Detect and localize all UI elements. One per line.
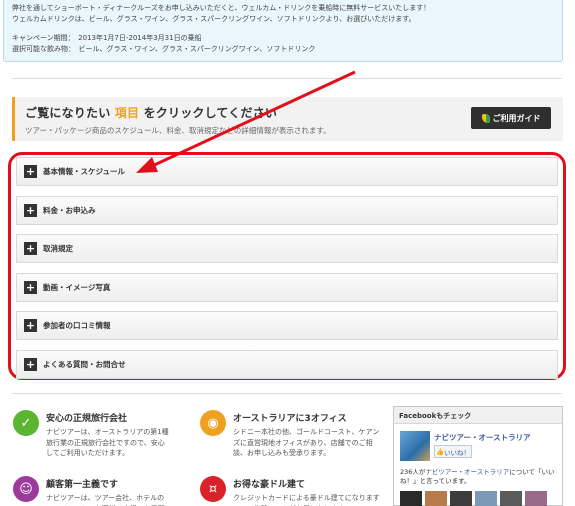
- plus-icon: +: [24, 357, 37, 371]
- feature-customer-first: ☺ 顧客第一主義です ナビツアーは、ツアー会社、ホテルのエージェント、お客様の立…: [13, 476, 188, 506]
- facebook-like-button[interactable]: 👍 いいね！: [434, 445, 472, 458]
- guide-banner: ご覧になりたい 項目 をクリックしてください ツアー・パッケージ商品のスケジュー…: [12, 97, 563, 141]
- divider: [12, 393, 562, 394]
- facebook-page-name[interactable]: ナビツアー・オーストラリア: [434, 432, 531, 443]
- facebook-widget-header: Facebookもチェック: [394, 407, 562, 424]
- facebook-fan-thumbnails: [400, 491, 547, 506]
- facebook-like-count: 236人がナビツアー・オーストラリアについて「いいね！」と言っています。: [400, 468, 555, 485]
- thumbs-up-icon: 👍: [435, 447, 445, 456]
- facebook-page-link[interactable]: ナビツアー・オーストラリア: [425, 468, 509, 476]
- globe-icon: ◉: [200, 410, 226, 436]
- beginner-mark-icon: [481, 113, 490, 123]
- fan-avatar[interactable]: [400, 491, 422, 506]
- accordion-item-reviews[interactable]: + 参加者の口コミ情報: [16, 311, 558, 340]
- notice-campaign-period: キャンペーン期間： 2013年1月7日-2014年3月31日の乗船: [12, 34, 202, 42]
- feature-aud-pricing: ¤ お得な豪ドル建て クレジットカードによる豪ドル建てになりますので、為替レート…: [200, 476, 380, 506]
- people-icon: ☺: [13, 476, 39, 502]
- fan-avatar[interactable]: [475, 491, 497, 506]
- fan-avatar[interactable]: [450, 491, 472, 506]
- feature-description: ナビツアーは、ツアー会社、ホテルのエージェント、お客様の立場でお手配します。: [46, 494, 165, 506]
- plus-icon: +: [24, 319, 37, 332]
- plus-icon: +: [24, 242, 37, 255]
- fan-avatar[interactable]: [525, 491, 547, 506]
- detail-accordion: + 基本情報・スケジュール + 料金・お申込み + 取消規定 + 動画・イメージ…: [8, 152, 566, 380]
- feature-description: クレジットカードによる豪ドル建てになりますので、為替レートがお得になります。: [233, 494, 380, 506]
- facebook-page-thumbnail[interactable]: [400, 431, 430, 461]
- notice-drinks: 選択可能な飲み物： ビール、グラス・ワイン、グラス・スパークリングワイン、ソフト…: [12, 44, 316, 53]
- feature-title: オーストラリアに3オフィス: [233, 414, 347, 424]
- plus-icon: +: [24, 203, 37, 217]
- feature-three-offices: ◉ オーストラリアに3オフィス シドニー本社の他、ゴールドコースト、ケアンズに直…: [200, 410, 380, 460]
- feature-title: 安心の正規旅行会社: [46, 414, 128, 424]
- fan-avatar[interactable]: [425, 491, 447, 506]
- feature-description: ナビツアーは、オーストラリアの第1種旅行業の正規旅行会社ですので、安心してご利用…: [46, 428, 169, 457]
- feature-description: シドニー本社の他、ゴールドコースト、ケアンズに直営現地オフィスがあり、店舗でのご…: [233, 428, 380, 457]
- plus-icon: +: [24, 165, 37, 178]
- fan-avatar[interactable]: [500, 491, 522, 506]
- user-guide-button[interactable]: ご利用ガイド: [471, 107, 551, 129]
- notice-line-2: ウェルカムドリンクは、ビール、グラス・ワイン、グラス・スパークリングワイン、ソフ…: [12, 14, 416, 23]
- divider: [12, 78, 562, 79]
- accordion-item-media[interactable]: + 動画・イメージ写真: [16, 272, 558, 302]
- facebook-widget: Facebookもチェック ナビツアー・オーストラリア 👍 いいね！ 236人がナ…: [393, 406, 563, 506]
- campaign-notice: 弊社を通してショーボート・ディナークルーズをお申し込みいただくと、ウェルカム・ド…: [3, 0, 563, 62]
- thumbs-up-icon: ✓: [13, 410, 39, 436]
- accordion-item-faq[interactable]: + よくある質問・お問合せ: [16, 349, 558, 379]
- guide-title-highlight: 項目: [114, 106, 140, 120]
- feature-official-agency: ✓ 安心の正規旅行会社 ナビツアーは、オーストラリアの第1種旅行業の正規旅行会社…: [13, 410, 188, 460]
- accordion-item-cancellation[interactable]: + 取消規定: [16, 234, 558, 263]
- notice-line-1: 弊社を通してショーボート・ディナークルーズをお申し込みいただくと、ウェルカム・ド…: [12, 4, 431, 12]
- feature-title: お得な豪ドル建て: [233, 480, 306, 490]
- plus-icon: +: [24, 280, 37, 294]
- money-icon: ¤: [200, 476, 226, 502]
- accordion-item-schedule[interactable]: + 基本情報・スケジュール: [16, 157, 558, 186]
- accordion-item-price[interactable]: + 料金・お申込み: [16, 195, 558, 225]
- feature-title: 顧客第一主義です: [46, 480, 119, 490]
